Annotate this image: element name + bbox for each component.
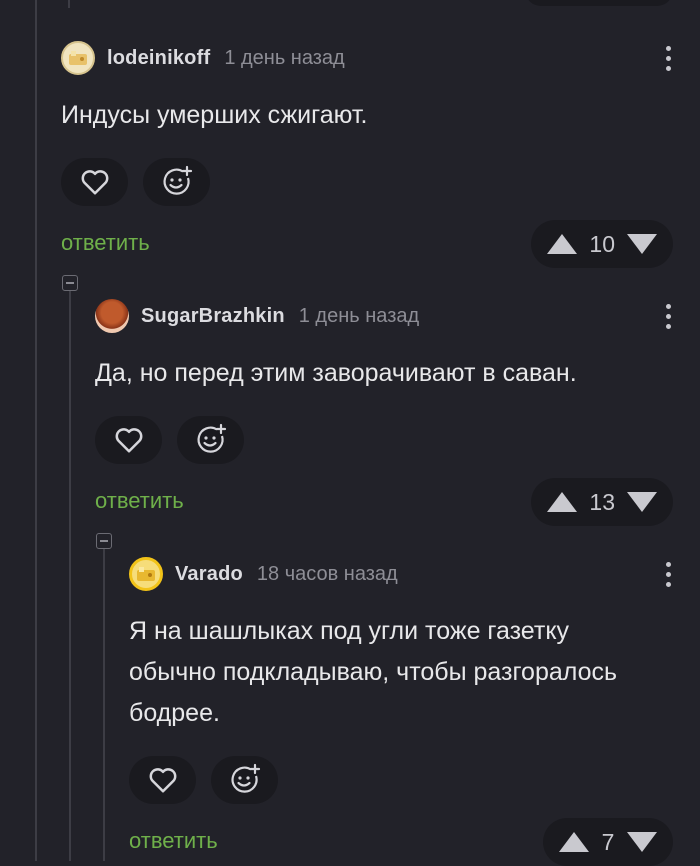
comment-actions [95,416,673,464]
heart-icon [81,170,108,195]
comment-actions [61,158,673,206]
more-vertical-icon[interactable] [663,557,673,591]
like-button[interactable] [95,416,162,464]
author-name[interactable]: SugarBrazhkin [141,305,285,328]
thread-line [69,290,71,861]
comment-header: Varado 18 часов назад [129,557,673,591]
downvote-icon[interactable] [627,492,657,512]
comment-header: lodeinikoff 1 день назад [61,41,673,75]
smile-add-icon [230,763,260,793]
thread-line [68,0,70,8]
react-button[interactable] [143,158,210,206]
avatar-image-icon [69,51,87,65]
smile-add-icon [196,423,226,453]
comment-text: Я на шашлыках под угли тоже газетку обыч… [129,617,618,727]
upvote-icon[interactable] [559,832,589,852]
comment-time: 1 день назад [224,46,345,69]
reply-button[interactable]: ответить [95,488,184,514]
collapse-icon[interactable] [96,533,112,549]
comment-footer: ответить 10 [61,220,673,268]
thread-line [103,549,105,861]
comment-time: 1 день назад [298,304,420,327]
thread-line [35,0,37,861]
like-button[interactable] [129,756,196,804]
heart-icon [115,428,142,453]
avatar[interactable] [61,41,95,75]
comment-footer: ответить 7 [129,818,673,866]
upvote-icon[interactable] [547,492,578,512]
comment-actions [129,756,673,804]
comment-time: 18 часов назад [256,562,398,585]
comment-header: SugarBrazhkin 1 день назад [95,299,673,333]
collapse-icon[interactable] [62,275,78,291]
score: 7 [601,828,615,855]
score: 10 [589,230,615,257]
avatar-image-icon [137,567,155,581]
score: 13 [589,488,615,515]
heart-icon [149,768,176,793]
comment-text: Да, но перед этим заворачивают в саван. [95,359,577,387]
more-vertical-icon[interactable] [663,41,673,75]
author-name[interactable]: lodeinikoff [107,47,210,70]
comment: Varado 18 часов назад Я на шашлыках под … [129,557,673,866]
react-button[interactable] [177,416,244,464]
downvote-icon[interactable] [627,832,657,852]
vote-control: 13 [531,478,673,526]
previous-vote-control [525,0,673,6]
avatar[interactable] [129,557,163,591]
like-button[interactable] [61,158,128,206]
smile-add-icon [162,165,192,195]
comment: lodeinikoff 1 день назад Индусы умерших … [61,41,673,268]
reply-button[interactable]: ответить [61,230,150,256]
more-vertical-icon[interactable] [663,299,673,333]
reply-button[interactable]: ответить [129,828,218,854]
downvote-icon[interactable] [627,234,657,254]
comment: SugarBrazhkin 1 день назад Да, но перед … [95,299,673,526]
author-name[interactable]: Varado [175,563,243,586]
react-button[interactable] [211,756,278,804]
vote-control: 7 [543,818,673,866]
comment-text: Индусы умерших сжигают. [61,101,368,129]
upvote-icon[interactable] [547,234,578,254]
comment-footer: ответить 13 [95,478,673,526]
avatar[interactable] [95,299,129,333]
vote-control: 10 [531,220,673,268]
